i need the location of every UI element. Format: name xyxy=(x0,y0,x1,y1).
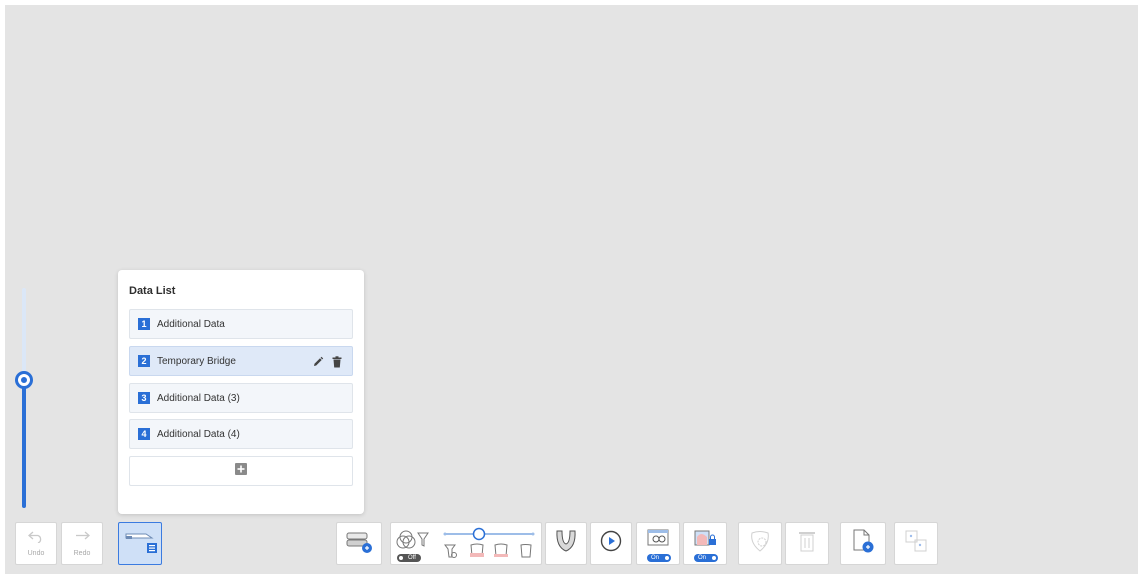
align-data-button[interactable] xyxy=(894,522,938,565)
camera-toggle[interactable]: On xyxy=(647,554,671,562)
delete-trash-icon[interactable] xyxy=(332,355,342,373)
visibility-circles-icon[interactable] xyxy=(395,529,431,556)
data-list-title: Data List xyxy=(129,285,176,297)
edit-pencil-icon[interactable] xyxy=(312,355,324,373)
vertical-slider-knob[interactable] xyxy=(15,371,33,389)
delete-button[interactable] xyxy=(785,522,829,565)
tooth-select-button[interactable] xyxy=(738,522,782,565)
undo-button[interactable]: Undo xyxy=(15,522,57,565)
tooth-selection-icon xyxy=(748,529,772,558)
redo-arrow-icon xyxy=(74,530,90,548)
list-item-selected[interactable]: 2 Temporary Bridge xyxy=(129,346,353,376)
plus-square-icon xyxy=(235,462,247,480)
dental-arch-icon xyxy=(555,529,577,558)
tooth-lock-icon xyxy=(693,527,717,554)
visibility-control-group: Off xyxy=(390,522,542,565)
redo-label: Redo xyxy=(73,550,91,557)
item-label: Temporary Bridge xyxy=(157,355,236,367)
list-item[interactable]: 3 Additional Data (3) xyxy=(129,383,353,413)
window-left-border xyxy=(0,0,5,577)
jaw-upload-button[interactable] xyxy=(336,522,382,565)
lock-toggle[interactable]: On xyxy=(694,554,718,562)
list-item[interactable]: 4 Additional Data (4) xyxy=(129,419,353,449)
window-top-border xyxy=(0,0,1138,5)
item-number-badge: 3 xyxy=(138,392,150,404)
camera-window-icon xyxy=(647,529,669,552)
camera-view-button[interactable]: On xyxy=(636,522,680,565)
tooth-display-icons[interactable] xyxy=(443,543,535,564)
item-label: Additional Data xyxy=(157,318,225,330)
align-blocks-icon xyxy=(903,528,929,559)
play-circle-icon xyxy=(600,530,622,557)
trash-bin-icon xyxy=(797,529,817,558)
arch-view-button[interactable] xyxy=(545,522,587,565)
data-list-toggle-button[interactable] xyxy=(118,522,162,565)
play-button[interactable] xyxy=(590,522,632,565)
scanner-list-icon xyxy=(122,526,158,561)
item-label: Additional Data (4) xyxy=(157,428,240,440)
jaw-model-icon xyxy=(343,527,375,560)
vertical-slider-track[interactable] xyxy=(22,288,26,508)
item-number-badge: 4 xyxy=(138,428,150,440)
data-list-panel: Data List 1 Additional Data 2 Temporary … xyxy=(118,270,364,514)
file-export-icon xyxy=(851,528,875,559)
redo-button[interactable]: Redo xyxy=(61,522,103,565)
item-label: Additional Data (3) xyxy=(157,392,240,404)
undo-label: Undo xyxy=(27,550,45,557)
add-data-button[interactable] xyxy=(129,456,353,486)
item-number-badge: 2 xyxy=(138,355,150,367)
lock-view-button[interactable]: On xyxy=(683,522,727,565)
list-item[interactable]: 1 Additional Data xyxy=(129,309,353,339)
visibility-toggle[interactable]: Off xyxy=(397,554,421,562)
item-number-badge: 1 xyxy=(138,318,150,330)
export-file-button[interactable] xyxy=(840,522,886,565)
undo-arrow-icon xyxy=(28,530,44,548)
vertical-slider-fill xyxy=(22,380,26,508)
